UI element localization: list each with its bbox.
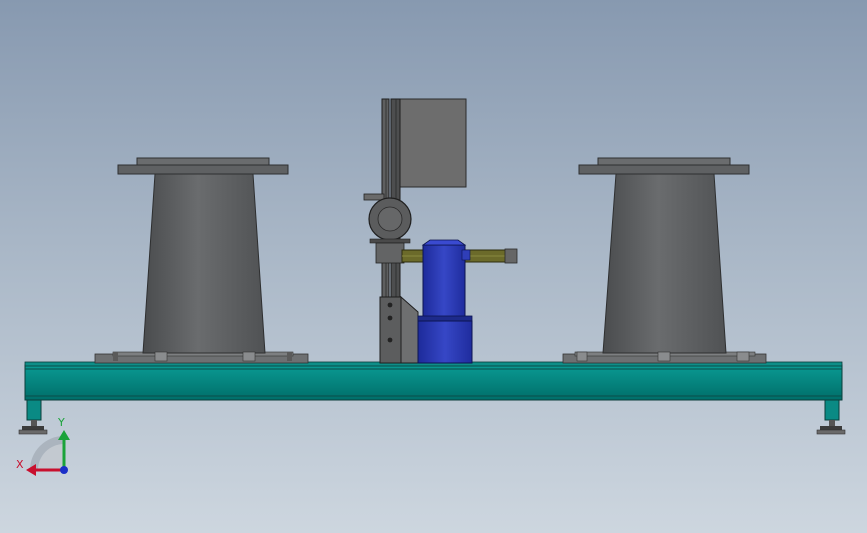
right-pedestal-top-flange bbox=[578, 164, 750, 175]
top-panel bbox=[392, 98, 467, 188]
base-beam bbox=[24, 364, 843, 401]
right-foot bbox=[816, 399, 846, 435]
cad-viewport[interactable]: X Y bbox=[0, 0, 867, 533]
right-pedestal-cone bbox=[602, 173, 727, 354]
motor bbox=[417, 239, 473, 364]
right-pedestal bbox=[562, 157, 767, 364]
left-pedestal bbox=[94, 157, 309, 364]
coordinate-triad: X Y bbox=[16, 416, 70, 476]
base-frame bbox=[24, 361, 843, 401]
left-pedestal-top-flange bbox=[117, 164, 289, 175]
center-column-assembly bbox=[363, 98, 518, 364]
y-axis-label: Y bbox=[57, 416, 65, 429]
left-foot bbox=[18, 399, 48, 435]
left-pedestal-cone bbox=[142, 173, 266, 354]
x-axis-label: X bbox=[16, 458, 24, 471]
z-axis-origin bbox=[60, 466, 68, 474]
